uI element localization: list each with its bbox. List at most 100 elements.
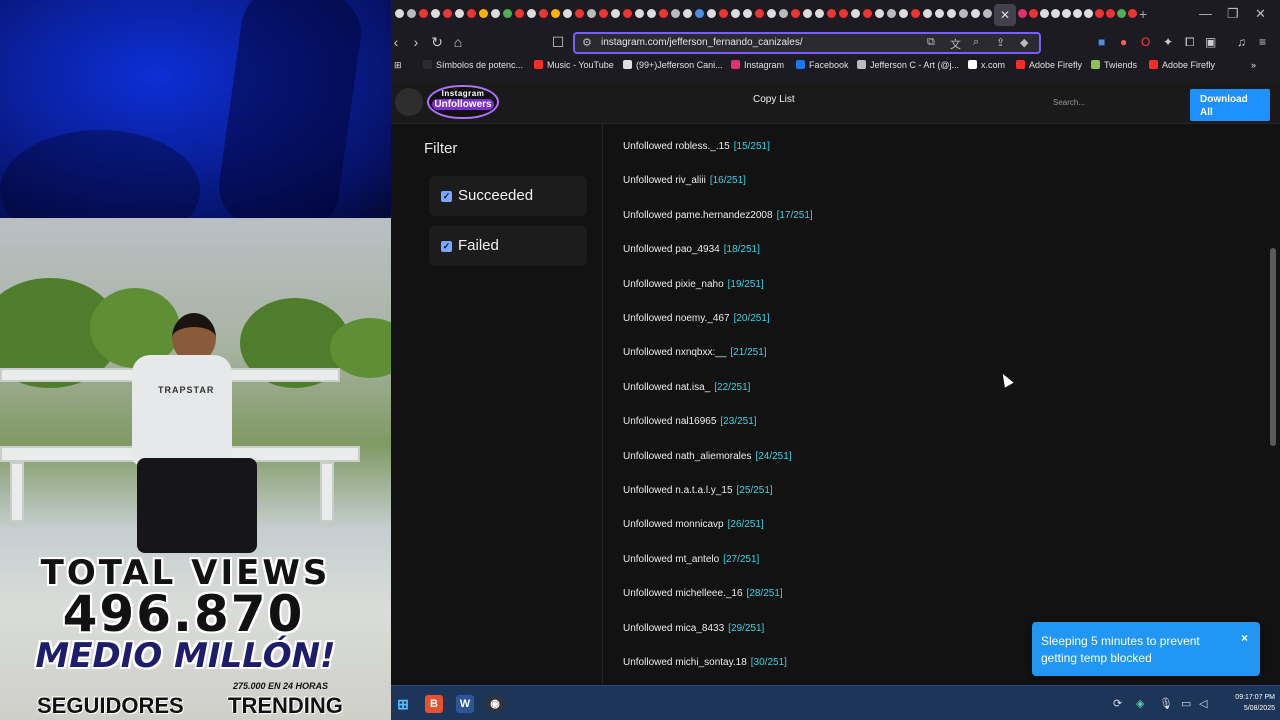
tab-favicon-icon[interactable] [491, 9, 500, 18]
tab-favicon-icon[interactable] [731, 9, 740, 18]
tab-favicon-icon[interactable] [1051, 9, 1060, 18]
toast-close-icon[interactable]: × [1241, 631, 1248, 645]
tab-favicon-icon[interactable] [791, 9, 800, 18]
forward-icon[interactable]: › [407, 34, 425, 50]
open-external-icon[interactable]: ⧉ [927, 36, 935, 49]
tab-favicon-icon[interactable] [827, 9, 836, 18]
tab-favicon-icon[interactable] [1018, 9, 1027, 18]
tab-favicon-icon[interactable] [563, 9, 572, 18]
tab-favicon-icon[interactable] [467, 9, 476, 18]
tab-favicon-icon[interactable] [443, 9, 452, 18]
tab-favicon-icon[interactable] [611, 9, 620, 18]
tab-favicon-icon[interactable] [935, 9, 944, 18]
sidebar-icon[interactable]: ▣ [1205, 35, 1216, 49]
bookmark-item[interactable]: Símbolos de potenc... [423, 60, 523, 70]
scroll-thumb[interactable] [1270, 248, 1276, 446]
checkbox-checked-icon[interactable]: ✓ [441, 191, 452, 202]
extension-icon[interactable]: ✦ [1163, 35, 1173, 49]
bookmark-item[interactable]: Facebook [796, 60, 849, 70]
tab-favicon-icon[interactable] [659, 9, 668, 18]
tab-favicon-icon[interactable] [983, 9, 992, 18]
apps-icon[interactable]: ⊞ [394, 60, 402, 71]
shield-icon[interactable]: ◆ [1020, 36, 1028, 49]
network-icon[interactable]: ▭ [1181, 697, 1191, 710]
tab-favicon-icon[interactable] [899, 9, 908, 18]
tab-favicon-icon[interactable] [947, 9, 956, 18]
tab-favicon-icon[interactable] [683, 9, 692, 18]
tab-favicon-icon[interactable] [839, 9, 848, 18]
obs-icon[interactable]: ◉ [486, 695, 504, 713]
address-bar[interactable]: ⚙ instagram.com/jefferson_fernando_caniz… [573, 32, 1041, 54]
extension-icon[interactable]: ● [1120, 35, 1127, 49]
minimize-icon[interactable]: — [1199, 6, 1212, 21]
filter-failed[interactable]: ✓ Failed [429, 226, 587, 266]
tab-favicon-icon[interactable] [419, 9, 428, 18]
extension-icon[interactable]: ■ [1098, 35, 1105, 49]
tab-favicon-icon[interactable] [587, 9, 596, 18]
bookmark-item[interactable]: Twiends [1091, 60, 1137, 70]
microphone-icon[interactable]: 🎙 [1159, 697, 1173, 710]
tab-favicon-icon[interactable] [671, 9, 680, 18]
tab-favicon-icon[interactable] [971, 9, 980, 18]
tab-favicon-icon[interactable] [1084, 9, 1093, 18]
tab-favicon-icon[interactable] [767, 9, 776, 18]
tab-favicon-icon[interactable] [695, 9, 704, 18]
tray-icon[interactable]: ⟳ [1113, 697, 1122, 710]
close-window-icon[interactable]: ✕ [1255, 6, 1266, 22]
tab-favicon-icon[interactable] [479, 9, 488, 18]
tab-favicon-icon[interactable] [515, 9, 524, 18]
tab-favicon-icon[interactable] [1040, 9, 1049, 18]
share-icon[interactable]: ⇪ [996, 36, 1005, 49]
tray-icon[interactable]: ◈ [1136, 697, 1144, 710]
tab-favicon-icon[interactable] [863, 9, 872, 18]
back-icon[interactable]: ‹ [387, 34, 405, 50]
tab-favicon-icon[interactable] [755, 9, 764, 18]
tab-favicon-icon[interactable] [1106, 9, 1115, 18]
clock[interactable]: 09:17:07 PM 5/08/2025 [1219, 692, 1275, 714]
tab-favicon-icon[interactable] [1128, 9, 1137, 18]
bookmark-item[interactable]: Music - YouTube [534, 60, 614, 70]
tab-favicon-icon[interactable] [395, 9, 404, 18]
tab-favicon-icon[interactable] [599, 9, 608, 18]
reload-icon[interactable]: ↻ [428, 34, 446, 51]
menu-icon[interactable]: ≡ [1259, 35, 1266, 49]
volume-icon[interactable]: ◁ [1199, 697, 1207, 710]
tab-favicon-icon[interactable] [1029, 9, 1038, 18]
word-icon[interactable]: W [456, 695, 474, 713]
filter-succeeded[interactable]: ✓ Succeeded [429, 176, 587, 216]
tab-favicon-icon[interactable] [887, 9, 896, 18]
active-tab-close-icon[interactable]: ✕ [994, 4, 1016, 26]
music-icon[interactable]: ♫ [1237, 35, 1246, 49]
tab-favicon-icon[interactable] [815, 9, 824, 18]
tab-favicon-icon[interactable] [923, 9, 932, 18]
download-all-button[interactable]: Download All [1190, 89, 1270, 121]
tab-favicon-icon[interactable] [1117, 9, 1126, 18]
tab-favicon-icon[interactable] [527, 9, 536, 18]
tab-favicon-icon[interactable] [407, 9, 416, 18]
translate-icon[interactable]: 文 [950, 36, 961, 52]
puzzle-icon[interactable]: ⧠ [1185, 35, 1195, 50]
tab-favicon-icon[interactable] [779, 9, 788, 18]
bookmark-icon[interactable]: ☐ [549, 34, 567, 51]
brave-browser-icon[interactable]: B [425, 695, 443, 713]
new-tab-icon[interactable]: + [1139, 6, 1147, 22]
tab-favicon-icon[interactable] [539, 9, 548, 18]
tab-favicon-icon[interactable] [743, 9, 752, 18]
home-icon[interactable]: ⌂ [449, 34, 467, 50]
tab-favicon-icon[interactable] [551, 9, 560, 18]
bookmark-item[interactable]: Adobe Firefly [1016, 60, 1082, 70]
windows-start-icon[interactable]: ⊞ [394, 695, 412, 713]
tab-favicon-icon[interactable] [503, 9, 512, 18]
bookmark-item[interactable]: x.com [968, 60, 1005, 70]
tab-favicon-icon[interactable] [851, 9, 860, 18]
copy-list-button[interactable]: Copy List [753, 94, 795, 105]
zoom-icon[interactable]: ⌕ [973, 36, 979, 49]
search-input[interactable] [1053, 92, 1173, 112]
tab-favicon-icon[interactable] [431, 9, 440, 18]
tab-favicon-icon[interactable] [707, 9, 716, 18]
tab-favicon-icon[interactable] [719, 9, 728, 18]
tab-favicon-icon[interactable] [959, 9, 968, 18]
tab-favicon-icon[interactable] [635, 9, 644, 18]
scrollbar[interactable] [1270, 132, 1276, 682]
tab-favicon-icon[interactable] [1062, 9, 1071, 18]
